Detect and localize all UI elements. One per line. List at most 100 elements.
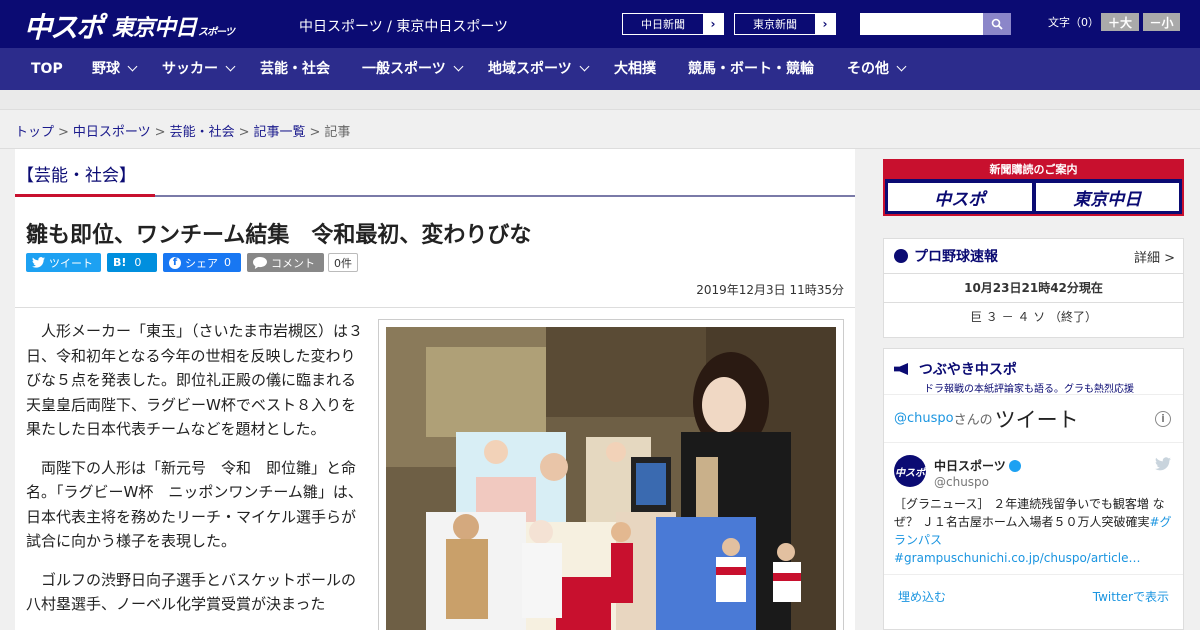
breadcrumb-top[interactable]: トップ [15,125,54,140]
subscription-banner-title: 新聞購読のご案内 [885,161,1182,179]
breadcrumb-current: 記事 [324,125,351,140]
section-title: 【芸能・社会】 [17,166,136,186]
breadcrumb-article-list[interactable]: 記事一覧 [254,125,306,140]
tweet-body: ［グラニュース］ ２年連続残留争いでも観客増 なぜ？ Ｊ１名古屋ホーム入場者５０… [894,497,1165,529]
nav-item-general-sports[interactable]: 一般スポーツ [362,48,464,90]
nav-item-label: その他 [847,61,889,77]
nav-item-regional-sports[interactable]: 地域スポーツ [488,48,590,90]
embed-link[interactable]: 埋め込む [898,588,946,605]
hatena-bookmark-button[interactable]: B! 0 [107,253,157,272]
search-icon [991,18,1003,30]
baseball-score-row[interactable]: 巨 ３ － ４ ソ （終了） [884,302,1183,331]
baseball-panel-title: プロ野球速報 [914,249,998,265]
twitter-handle-suffix: さんの [953,413,993,428]
site-header: 中スポ 東京中日 スポーツ 中日スポーツ / 東京中日スポーツ 中日新聞 › 東京… [0,0,1200,48]
view-on-twitter-link[interactable]: Twitterで表示 [1093,588,1169,605]
header-spacer [0,90,1200,110]
twitter-bird-icon[interactable] [1155,457,1171,471]
breadcrumb-separator: > [58,125,69,140]
info-icon[interactable]: i [1155,410,1171,427]
facebook-count: 0 [224,256,231,269]
nav-item-label: サッカー [162,61,218,77]
nav-item-other[interactable]: その他 [847,48,907,90]
divider [15,307,855,308]
tweet-text: ［グラニュース］ ２年連続残留争いでも観客増 なぜ？ Ｊ１名古屋ホーム入場者５０… [894,495,1174,567]
article-title: 雛も即位、ワンチーム結集 令和最初、変わりびな [26,223,532,248]
nav-item-entertainment[interactable]: 芸能・社会 [260,48,330,90]
twitter-timeline-footer: 埋め込む Twitterで表示 [884,576,1183,616]
chevron-right-icon: › [815,14,835,34]
article-photo[interactable] [386,327,836,630]
tweets-panel: つぶやき中スポ ドラ報戦の本紙評論家も語る。グラも熱烈応援 @chuspo さん… [883,348,1184,630]
tweet-item[interactable]: 中スポ 中日スポーツ @chuspo ［グラニュース］ ２年連続残留争いでも観客… [884,445,1183,575]
breadcrumb: トップ > 中日スポーツ > 芸能・社会 > 記事一覧 > 記事 [15,121,350,140]
tokyo-shimbun-label: 東京新聞 [753,18,797,31]
site-names: 中日スポーツ / 東京中日スポーツ [299,19,509,35]
twitter-timeline-title: ツイート [994,407,1079,432]
chuspo-logo[interactable]: 中スポ [24,6,104,46]
nav-item-racing[interactable]: 競馬・ボート・競輪 [688,48,814,90]
megaphone-icon [894,363,908,375]
nav-item-sumo[interactable]: 大相撲 [614,48,656,90]
main-nav: TOP 野球 サッカー 芸能・社会 一般スポーツ 地域スポーツ 大相撲 競馬・ボ… [0,48,1200,90]
tweet-button[interactable]: ツイート [26,253,101,272]
twitter-timeline-header: @chuspo さんの ツイート i [884,395,1183,443]
nav-item-label: 地域スポーツ [488,61,572,77]
tweet-author-handle[interactable]: @chuspo [934,475,989,489]
tokyo-chunichi-subscription-logo: 東京中日 [1035,183,1179,211]
baseball-update-time: 10月23日21時42分現在 [884,273,1183,302]
subscription-banner[interactable]: 新聞購読のご案内 中スポ 東京中日 [883,159,1184,216]
hatena-icon: B! [113,256,127,269]
twitter-handle-link[interactable]: @chuspo [894,411,954,426]
section-underline [15,194,155,197]
chunichi-shimbun-link[interactable]: 中日新聞 › [622,13,724,35]
hina-dolls-photo [386,327,836,630]
article-main: 【芸能・社会】 雛も即位、ワンチーム結集 令和最初、変わりびな ツイート B! … [15,149,855,630]
font-smaller-button[interactable]: －小 [1143,13,1180,31]
nav-item-top[interactable]: TOP [31,48,63,90]
comment-count: 0件 [328,253,358,272]
baseball-icon [894,249,908,263]
breadcrumb-separator: > [238,125,250,140]
search-button[interactable] [983,13,1011,35]
breadcrumb-chunichi-sports[interactable]: 中日スポーツ [73,125,151,140]
hatena-count: 0 [134,256,142,269]
baseball-scores-panel: プロ野球速報 詳細 > 10月23日21時42分現在 巨 ３ － ４ ソ （終了… [883,238,1184,338]
nav-item-soccer[interactable]: サッカー [162,48,236,90]
chevron-down-icon [127,61,138,72]
article-paragraph: 両陛下の人形は「新元号 令和 即位雛」と命名。「ラグビーW杯 ニッポンワンチーム… [26,458,363,551]
twitter-bird-icon [32,257,45,268]
chevron-down-icon [896,61,907,72]
nav-item-label: 大相撲 [614,61,656,77]
nav-item-label: 一般スポーツ [362,61,446,77]
font-bigger-button[interactable]: ＋大 [1101,13,1139,31]
comment-button[interactable]: コメント [247,253,324,272]
breadcrumb-entertainment[interactable]: 芸能・社会 [170,125,235,140]
tweet-label: ツイート [49,256,93,270]
chunichi-shimbun-label: 中日新聞 [641,18,685,31]
article-paragraph: 人形メーカー「東玉」（さいたま市岩槻区）は３日、令和初年となる今年の世相を反映し… [26,322,364,438]
facebook-share-label: シェア [185,256,218,270]
chevron-down-icon [453,61,464,72]
tokyo-shimbun-link[interactable]: 東京新聞 › [734,13,836,35]
article-paragraph: ゴルフの渋野日向子選手とバスケットボールの八村塁選手、ノーベル化学賞受賞が決まっ… [26,570,357,614]
breadcrumb-separator: > [154,125,166,140]
nav-item-baseball[interactable]: 野球 [92,48,138,90]
verified-badge-icon [1008,460,1021,472]
tokyo-chunichi-logo[interactable]: 東京中日 スポーツ [112,10,235,42]
facebook-share-button[interactable]: f シェア 0 [163,253,241,272]
avatar[interactable]: 中スポ [894,455,926,487]
publish-date: 2019年12月3日 11時35分 [696,283,844,297]
tweets-panel-subtitle: ドラ報戦の本紙評論家も語る。グラも熱烈応援 [924,384,1134,395]
speech-bubble-icon [253,256,267,269]
tweets-panel-header: つぶやき中スポ [884,349,1183,379]
nav-item-label: TOP [31,61,63,77]
article-body: 人形メーカー「東玉」（さいたま市岩槻区）は３日、令和初年となる今年の世相を反映し… [26,319,366,630]
baseball-details-link[interactable]: 詳細 > [1134,247,1175,266]
breadcrumb-separator: > [309,125,321,140]
tweet-author-name[interactable]: 中日スポーツ [934,457,1021,474]
tokyo-chunichi-logo-text: 東京中日 [112,16,197,41]
tweets-panel-title: つぶやき中スポ [918,362,1017,378]
section-rule [155,195,855,197]
search-input[interactable] [860,13,983,35]
